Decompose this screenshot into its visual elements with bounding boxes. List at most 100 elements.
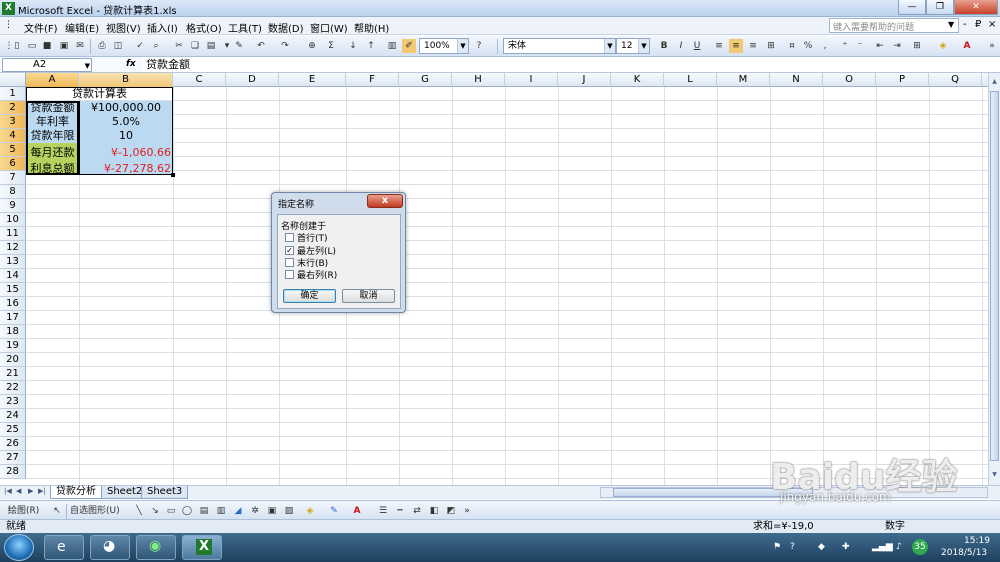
minimize-button[interactable]: — [898, 0, 926, 15]
row-header[interactable]: 1 [0, 87, 26, 101]
row-header[interactable]: 14 [0, 269, 26, 283]
percent-button[interactable]: % [801, 39, 815, 53]
comma-button[interactable]: , [818, 39, 832, 53]
hyperlink-icon[interactable]: ⊕ [305, 39, 319, 53]
column-header-l[interactable]: L [664, 73, 717, 87]
column-header-a[interactable]: A [26, 73, 79, 87]
merge-center-icon[interactable]: ⊞ [764, 39, 778, 53]
draw-fill-color-icon[interactable]: ◈ [303, 504, 317, 518]
currency-icon[interactable]: ¤ [785, 39, 799, 53]
worksheet-grid[interactable]: A B C D E F G H I J K L M N O P Q 123456… [0, 73, 988, 485]
undo-icon[interactable]: ↶ [254, 39, 268, 53]
zoom-dropdown-icon[interactable]: ▼ [457, 39, 468, 53]
new-icon[interactable]: ▯ [10, 39, 24, 53]
doc-restore-button[interactable]: ₽ [975, 19, 981, 30]
save-icon[interactable]: ■ [40, 39, 54, 53]
select-all-corner[interactable] [0, 73, 26, 87]
help-search-input[interactable]: 键入需要帮助的问题 [829, 18, 959, 33]
column-header-p[interactable]: P [876, 73, 929, 87]
font-name-dropdown-icon[interactable]: ▼ [604, 39, 615, 53]
checkbox-top-row[interactable] [285, 233, 294, 242]
vertical-scroll-thumb[interactable] [990, 91, 999, 461]
column-header-o[interactable]: O [823, 73, 876, 87]
row-header[interactable]: 21 [0, 367, 26, 381]
row-header[interactable]: 16 [0, 297, 26, 311]
prev-sheet-icon[interactable]: ◀ [16, 487, 21, 495]
toolbar-options-icon[interactable]: » [985, 39, 999, 53]
row-header[interactable]: 23 [0, 395, 26, 409]
help-icon[interactable]: ? [472, 39, 486, 53]
clock-time[interactable]: 15:19 [964, 536, 990, 546]
increase-indent-icon[interactable]: ⇥ [890, 39, 904, 53]
row-header[interactable]: 9 [0, 199, 26, 213]
chart-wizard-icon[interactable]: ▥ [385, 39, 399, 53]
column-header-m[interactable]: M [717, 73, 770, 87]
row-header[interactable]: 19 [0, 339, 26, 353]
row-header[interactable]: 20 [0, 353, 26, 367]
tray-network-icon[interactable]: ▂▄▆ [872, 542, 893, 552]
draw-menu-button[interactable]: 绘图(R) [8, 504, 48, 518]
shadow-icon[interactable]: ◧ [427, 504, 441, 518]
copy-icon[interactable]: ❏ [188, 39, 202, 53]
open-icon[interactable]: ▭ [25, 39, 39, 53]
row-header[interactable]: 5 [0, 143, 26, 157]
underline-button[interactable]: U [690, 39, 704, 53]
menu-view[interactable]: 视图(V) [106, 20, 141, 35]
arrow-style-icon[interactable]: ⇄ [410, 504, 424, 518]
autoshapes-menu-button[interactable]: 自选图形(U) [70, 504, 128, 518]
vertical-textbox-icon[interactable]: ▥ [214, 504, 228, 518]
drawbar-options-icon[interactable]: » [460, 504, 474, 518]
help-dropdown-icon[interactable]: ▼ [948, 20, 954, 29]
borders-icon[interactable]: ⊞ [910, 39, 924, 53]
rectangle-icon[interactable]: ▭ [164, 504, 178, 518]
italic-button[interactable]: I [674, 39, 688, 53]
checkbox-right-column[interactable] [285, 270, 294, 279]
column-header-n[interactable]: N [770, 73, 823, 87]
column-header-c[interactable]: C [173, 73, 226, 87]
row-header[interactable]: 11 [0, 227, 26, 241]
row-header[interactable]: 2 [0, 101, 26, 115]
font-color-icon[interactable]: A [960, 39, 974, 53]
line-color-icon[interactable]: ✎ [327, 504, 341, 518]
taskbar-ie-icon[interactable]: e [44, 535, 84, 560]
menu-data[interactable]: 数据(D) [268, 20, 304, 35]
column-header-q[interactable]: Q [929, 73, 982, 87]
column-header-e[interactable]: E [279, 73, 346, 87]
vertical-scrollbar[interactable]: ▲ ▼ [988, 73, 1000, 485]
menu-file[interactable]: 文件(F) [24, 20, 58, 35]
excel-icon[interactable]: X [2, 2, 15, 15]
fill-color-icon[interactable]: ◈ [936, 39, 950, 53]
email-icon[interactable]: ✉ [73, 39, 87, 53]
option-right-column[interactable]: 最右列(R) [285, 268, 337, 281]
first-sheet-icon[interactable]: |◀ [4, 487, 12, 495]
draw-font-color-icon[interactable]: A [350, 504, 364, 518]
tray-badge[interactable]: 35 [912, 539, 928, 555]
format-painter-icon[interactable]: ✎ [232, 39, 246, 53]
doc-minimize-button[interactable]: - [963, 19, 967, 30]
tray-help-icon[interactable]: ? [790, 542, 795, 552]
textbox-icon[interactable]: ▤ [197, 504, 211, 518]
close-button[interactable]: ✕ [954, 0, 998, 15]
cancel-button[interactable]: 取消 [342, 289, 395, 303]
3d-icon[interactable]: ◩ [444, 504, 458, 518]
menu-help[interactable]: 帮助(H) [354, 20, 389, 35]
column-header-f[interactable]: F [346, 73, 399, 87]
checkbox-left-column[interactable]: ✓ [285, 246, 294, 255]
print-preview-icon[interactable]: ◫ [111, 39, 125, 53]
oval-icon[interactable]: ◯ [180, 504, 194, 518]
column-header-k[interactable]: K [611, 73, 664, 87]
sheet-tab-3[interactable]: Sheet3 [141, 486, 189, 499]
dialog-close-button[interactable]: x [367, 194, 403, 208]
column-header-h[interactable]: H [452, 73, 505, 87]
arrow-icon[interactable]: ↘ [148, 504, 162, 518]
scroll-up-icon[interactable]: ▲ [990, 76, 999, 88]
decrease-decimal-icon[interactable]: ⁻ [853, 39, 867, 53]
align-right-icon[interactable]: ≡ [746, 39, 760, 53]
restore-button[interactable]: ❐ [926, 0, 954, 15]
row-header[interactable]: 3 [0, 115, 26, 129]
picture-icon[interactable]: ▨ [282, 504, 296, 518]
row-header[interactable]: 10 [0, 213, 26, 227]
font-name-select[interactable]: 宋体 ▼ [503, 38, 616, 54]
print-icon[interactable]: ⎙ [95, 39, 109, 53]
tray-volume-icon[interactable]: ♪ [896, 542, 902, 552]
